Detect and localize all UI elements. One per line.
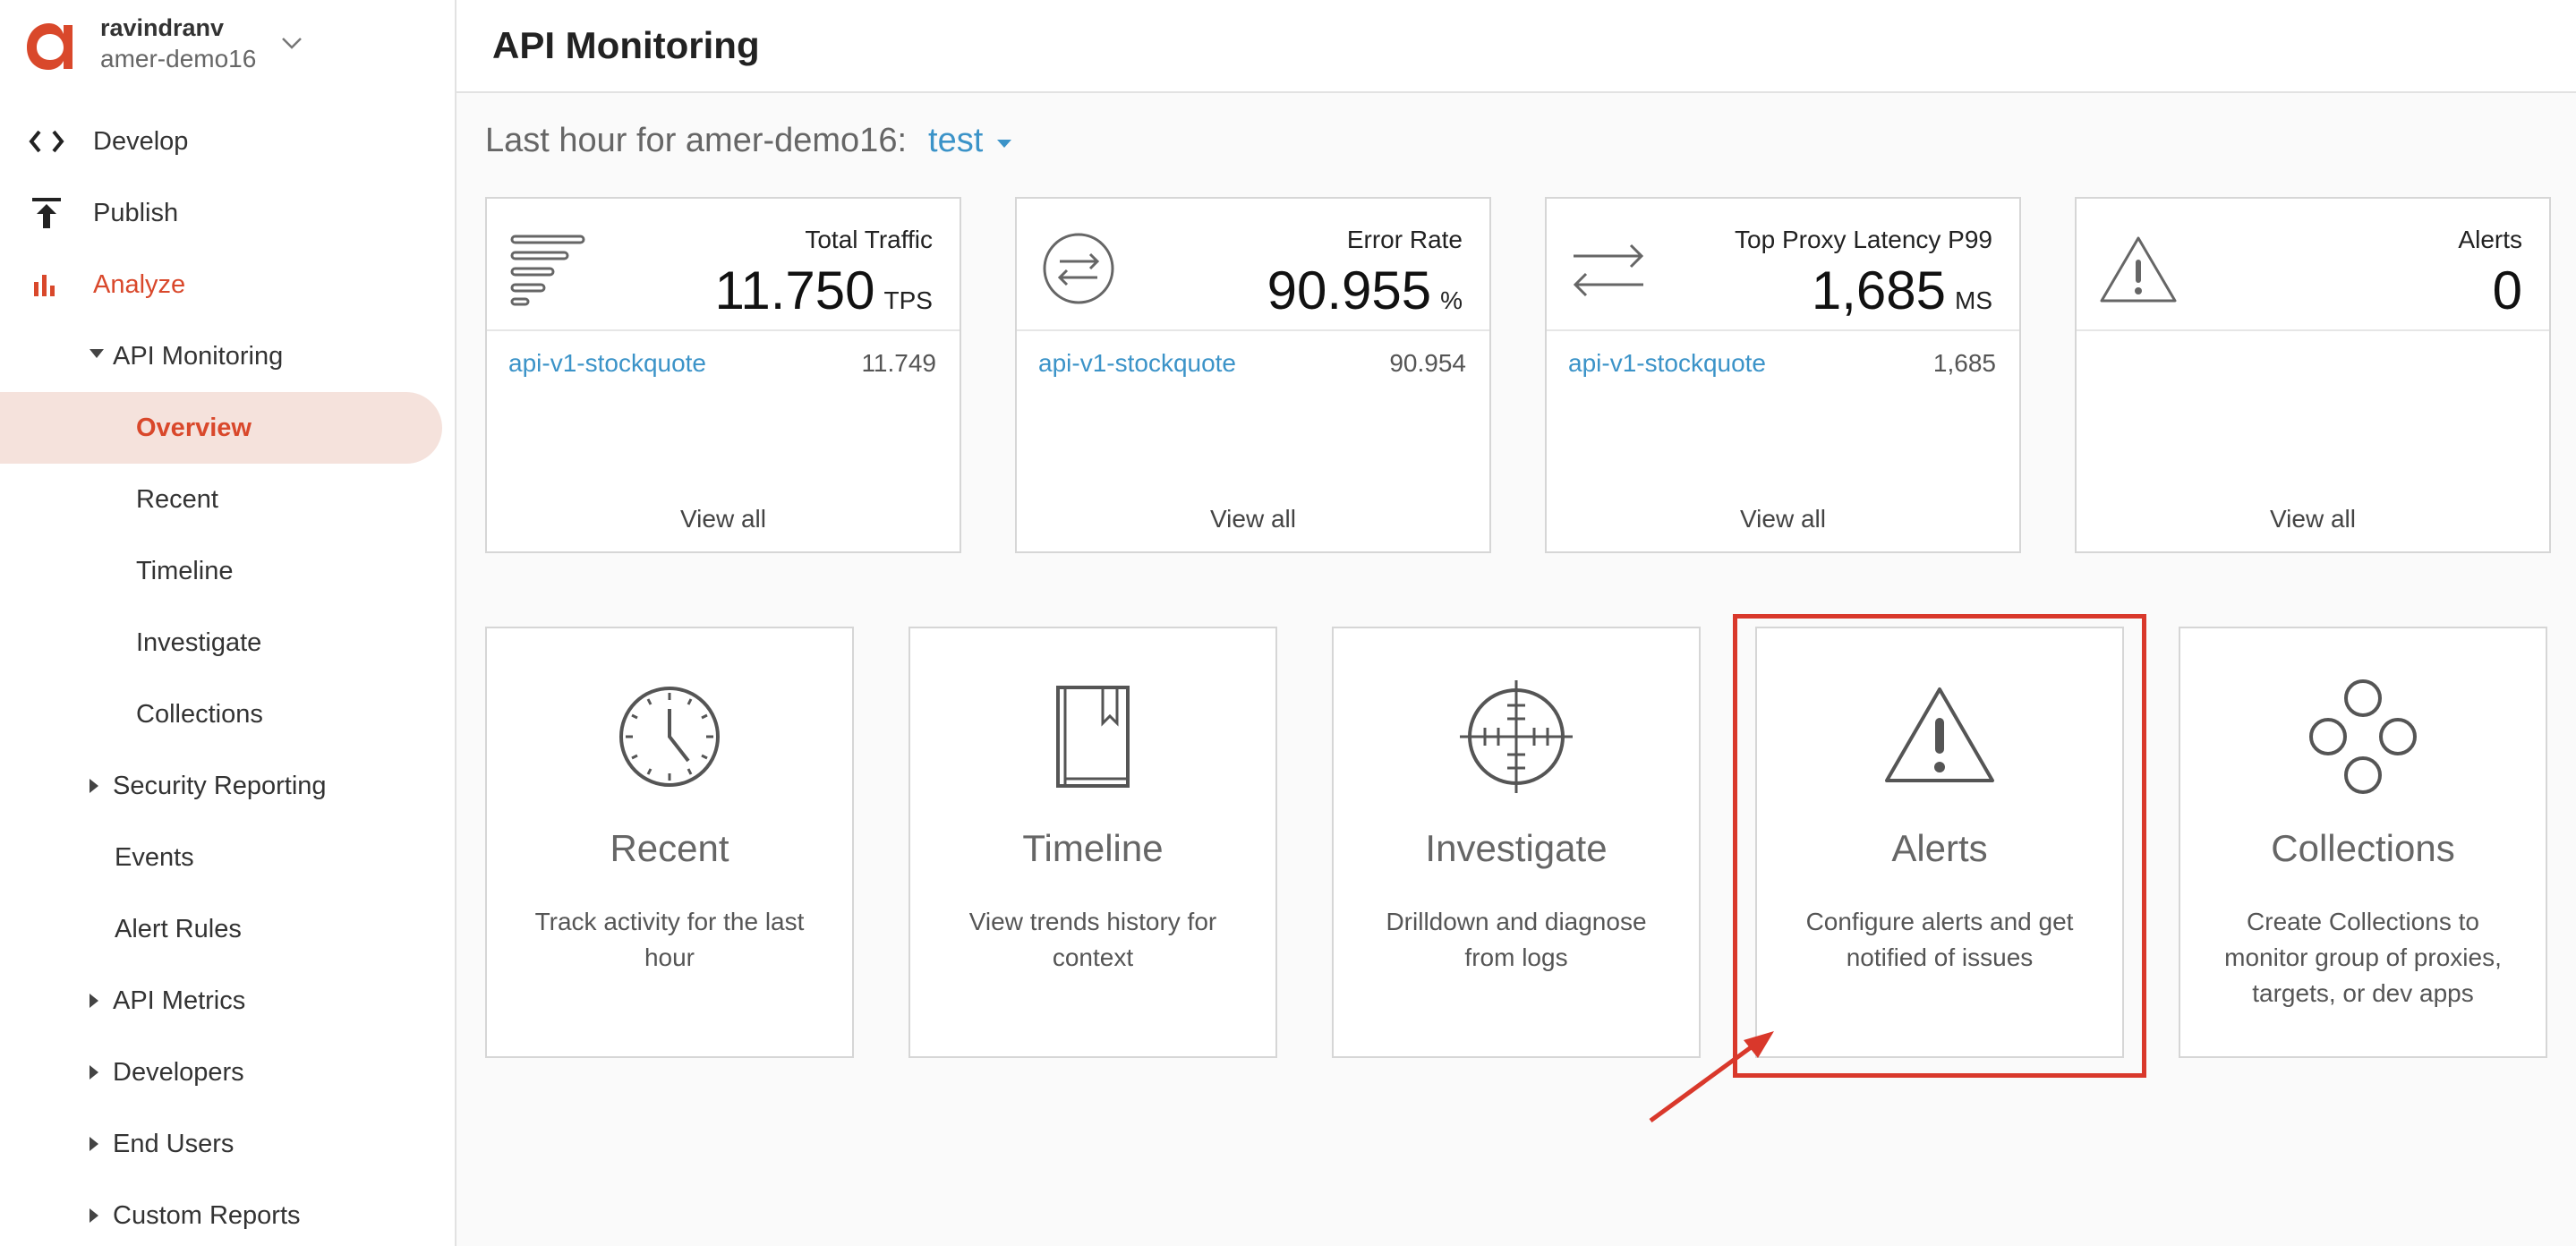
subnav-end-users-label: End Users	[113, 1129, 235, 1158]
metric-title: Total Traffic	[805, 226, 933, 253]
tile-description: Drilldown and diagnose from logs	[1386, 908, 1647, 971]
upload-icon	[27, 193, 66, 233]
metric-title: Top Proxy Latency P99	[1735, 226, 1992, 253]
tile-title: Timeline	[1022, 827, 1164, 869]
tile-description: Create Collections to monitor group of p…	[2224, 908, 2502, 1007]
circles-icon	[2309, 679, 2417, 794]
subnav-security-reporting-label: Security Reporting	[113, 771, 327, 800]
caret-down-icon	[90, 349, 104, 358]
filter-label: Last hour for amer-demo16:	[485, 122, 908, 159]
account-org: amer-demo16	[100, 45, 257, 73]
page-title: API Monitoring	[492, 24, 760, 66]
traffic-bars-icon	[510, 235, 585, 306]
proxy-value: 1,685	[1932, 349, 1996, 377]
nav-publish-label: Publish	[93, 198, 179, 227]
tile-description: View trends history for context	[968, 908, 1217, 971]
metric-title: Error Rate	[1346, 226, 1463, 253]
nav-develop[interactable]: Develop	[0, 106, 455, 177]
metric-unit: %	[1440, 286, 1463, 314]
time-env-filter: Last hour for amer-demo16: test	[485, 122, 1012, 160]
nav-develop-label: Develop	[93, 126, 189, 156]
subnav-overview[interactable]: Overview	[0, 392, 442, 464]
subnav-api-monitoring-label: API Monitoring	[113, 341, 284, 371]
proxy-value: 11.749	[861, 349, 936, 377]
error-exchange-icon	[1043, 233, 1114, 304]
metric-card-total-traffic: Total Traffic 11.750 TPS api-v1-stockquo…	[485, 197, 961, 553]
subnav-developers-label: Developers	[113, 1057, 244, 1087]
tile-investigate[interactable]: Investigate Drilldown and diagnose from …	[1332, 627, 1701, 1058]
tile-recent[interactable]: Recent Track activity for the last hour	[485, 627, 854, 1058]
subnav-timeline[interactable]: Timeline	[0, 535, 455, 607]
metric-card-latency: Top Proxy Latency P99 1,685 MS api-v1-st…	[1545, 197, 2021, 553]
metric-value: 0	[2492, 260, 2522, 320]
proxy-link[interactable]: api-v1-stockquote	[1568, 349, 1766, 378]
caret-right-icon	[90, 994, 98, 1008]
annotation-arrow-icon	[1649, 1031, 1774, 1123]
subnav-events[interactable]: Events	[0, 822, 455, 893]
view-all-link[interactable]: View all	[1017, 505, 1489, 533]
tile-collections[interactable]: Collections Create Collections to monito…	[2179, 627, 2547, 1058]
sidebar: ravindranv amer-demo16 Develop Publish A…	[0, 0, 456, 1246]
code-icon	[27, 122, 66, 161]
tile-title: Investigate	[1425, 827, 1608, 869]
metric-unit: TPS	[883, 286, 933, 314]
page-header: API Monitoring	[456, 0, 2576, 93]
metric-card-alerts: Alerts 0 View all	[2075, 197, 2551, 553]
crosshair-icon	[1460, 680, 1573, 793]
caret-right-icon	[90, 1208, 98, 1223]
metric-unit: MS	[1955, 286, 1992, 314]
account-user: ravindranv	[100, 13, 225, 41]
metric-card-error-rate: Error Rate 90.955 % api-v1-stockquote 90…	[1015, 197, 1491, 553]
caret-right-icon	[90, 1065, 98, 1080]
book-icon	[1056, 686, 1130, 788]
main-content: API Monitoring Last hour for amer-demo16…	[456, 0, 2576, 1246]
view-all-link[interactable]: View all	[487, 505, 960, 533]
proxy-link[interactable]: api-v1-stockquote	[1038, 349, 1236, 378]
subnav-api-monitoring[interactable]: API Monitoring	[0, 320, 455, 392]
subnav-custom-reports[interactable]: Custom Reports	[0, 1180, 455, 1246]
nav-publish[interactable]: Publish	[0, 177, 455, 249]
swap-arrows-icon	[1573, 243, 1644, 297]
tile-timeline[interactable]: Timeline View trends history for context	[908, 627, 1277, 1058]
metric-value: 1,685	[1811, 260, 1946, 320]
apigee-logo	[27, 23, 73, 70]
metric-title: Alerts	[2458, 226, 2522, 253]
tile-title: Collections	[2271, 827, 2455, 869]
proxy-value: 90.954	[1389, 349, 1466, 377]
warning-icon	[2100, 236, 2177, 303]
subnav-api-metrics[interactable]: API Metrics	[0, 965, 455, 1037]
subnav-developers[interactable]: Developers	[0, 1037, 455, 1108]
subnav-custom-reports-label: Custom Reports	[113, 1200, 301, 1230]
nav-analyze-label: Analyze	[93, 269, 186, 299]
subnav-alert-rules[interactable]: Alert Rules	[0, 893, 455, 965]
chevron-down-icon[interactable]	[279, 30, 304, 55]
environment-dropdown[interactable]: test	[928, 122, 983, 160]
subnav-api-metrics-label: API Metrics	[113, 986, 246, 1015]
view-all-link[interactable]: View all	[1547, 505, 2019, 533]
tile-description: Track activity for the last hour	[534, 908, 805, 971]
tile-title: Recent	[610, 827, 729, 869]
subnav-recent[interactable]: Recent	[0, 464, 455, 535]
caret-right-icon	[90, 1137, 98, 1151]
caret-right-icon	[90, 779, 98, 793]
subnav-security-reporting[interactable]: Security Reporting	[0, 750, 455, 822]
view-all-link[interactable]: View all	[2077, 505, 2549, 533]
metric-value: 90.955	[1267, 260, 1432, 320]
highlight-box	[1733, 614, 2146, 1078]
nav-analyze[interactable]: Analyze	[0, 249, 455, 320]
subnav-investigate[interactable]: Investigate	[0, 607, 455, 678]
caret-down-icon[interactable]	[997, 140, 1012, 148]
account-switcher[interactable]: ravindranv amer-demo16	[23, 13, 302, 75]
metric-value: 11.750	[714, 260, 875, 320]
subnav-end-users[interactable]: End Users	[0, 1108, 455, 1180]
subnav-collections[interactable]: Collections	[0, 678, 455, 750]
clock-icon	[619, 687, 720, 787]
proxy-link[interactable]: api-v1-stockquote	[508, 349, 706, 378]
bar-chart-icon	[27, 265, 66, 304]
